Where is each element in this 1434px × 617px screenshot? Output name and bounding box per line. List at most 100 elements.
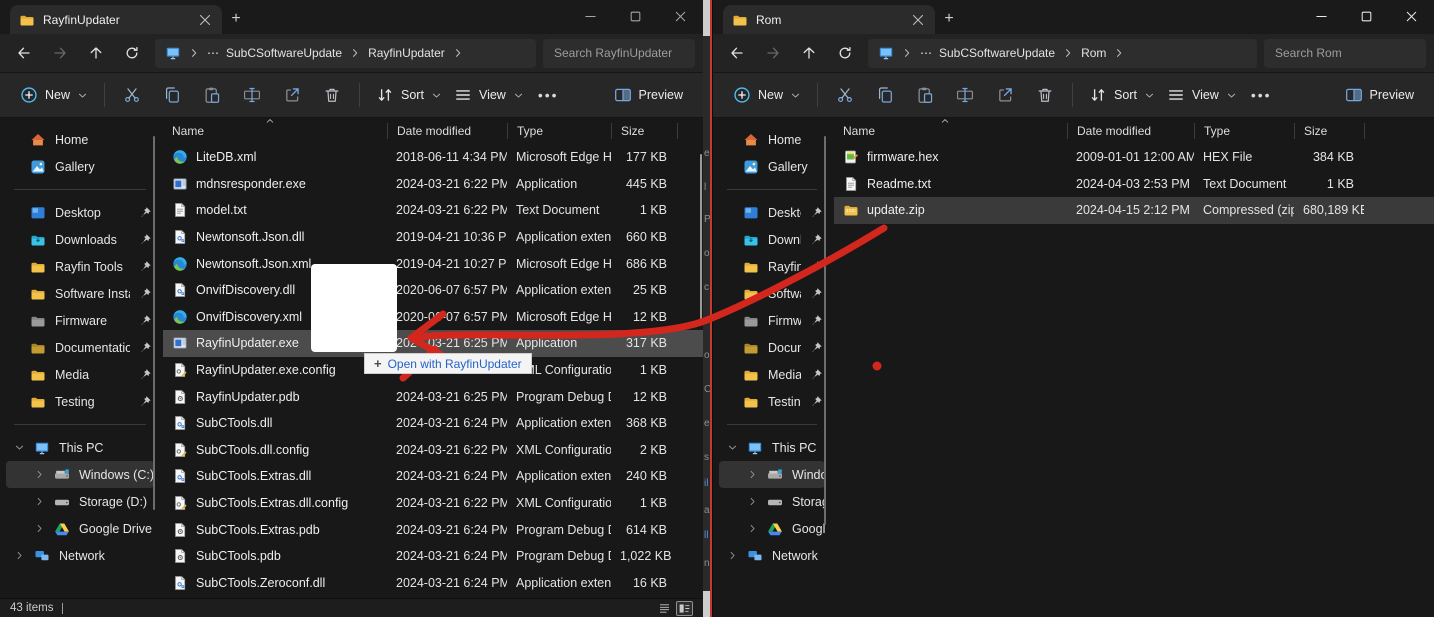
column-header-name[interactable]: Name: [163, 123, 387, 139]
sidebar-item-documentation[interactable]: Documentation: [6, 334, 154, 361]
up-button[interactable]: [793, 39, 825, 67]
sidebar-item-home[interactable]: Home: [6, 126, 154, 153]
titlebar[interactable]: Rom +: [713, 0, 1434, 34]
chevron-right-icon[interactable]: [727, 550, 738, 561]
refresh-button[interactable]: [116, 39, 148, 67]
column-header-type[interactable]: Type: [507, 123, 611, 139]
new-button[interactable]: New: [14, 78, 94, 112]
new-button[interactable]: New: [727, 78, 807, 112]
file-row[interactable]: OnvifDiscovery.dll2020-06-07 6:57 PMAppl…: [163, 277, 703, 304]
sidebar-item-gallery[interactable]: Gallery: [6, 153, 154, 180]
maximize-button[interactable]: [613, 0, 658, 32]
chevron-right-icon[interactable]: [34, 523, 45, 534]
sidebar-item-network[interactable]: Network: [6, 542, 154, 569]
tab-rom[interactable]: Rom: [723, 5, 935, 34]
refresh-button[interactable]: [829, 39, 861, 67]
view-button[interactable]: View: [1161, 78, 1243, 112]
sidebar-item-firmware[interactable]: Firmware: [6, 307, 154, 334]
file-row[interactable]: mdnsresponder.exe2024-03-21 6:22 PMAppli…: [163, 171, 703, 198]
sidebar-item-rayfin-tools[interactable]: Rayfin Tools: [6, 253, 154, 280]
file-row[interactable]: LiteDB.xml2018-06-11 4:34 PMMicrosoft Ed…: [163, 144, 703, 171]
file-row[interactable]: firmware.hex2009-01-01 12:00 AMHEX File3…: [834, 144, 1434, 171]
file-row[interactable]: update.zip2024-04-15 2:12 PMCompressed (…: [834, 197, 1434, 224]
this-pc-icon[interactable]: [878, 45, 894, 61]
sidebar-item-software-install[interactable]: Software Install: [719, 280, 825, 307]
sidebar-item-gallery[interactable]: Gallery: [719, 153, 825, 180]
cut-icon[interactable]: [836, 86, 854, 104]
new-tab-button[interactable]: +: [222, 5, 250, 33]
this-pc-icon[interactable]: [165, 45, 181, 61]
file-row[interactable]: Newtonsoft.Json.dll2019-04-21 10:36 PMAp…: [163, 224, 703, 251]
file-row[interactable]: SubCTools.pdb2024-03-21 6:24 PMProgram D…: [163, 543, 703, 570]
share-icon[interactable]: [283, 86, 301, 104]
breadcrumb[interactable]: ⋯ SubCSoftwareUpdate RayfinUpdater: [155, 39, 536, 68]
sidebar-item-rayfin-tools[interactable]: Rayfin Tools: [719, 253, 825, 280]
sidebar-item-this-pc[interactable]: This PC: [719, 434, 825, 461]
see-more-button[interactable]: •••: [1243, 87, 1280, 103]
details-view-button[interactable]: [656, 601, 673, 616]
sidebar-item-google-drive-g[interactable]: Google Drive (G:): [719, 515, 825, 542]
cut-icon[interactable]: [123, 86, 141, 104]
column-header-date[interactable]: Date modified: [387, 123, 507, 139]
file-row[interactable]: SubCTools.dll.config2024-03-21 6:22 PMXM…: [163, 437, 703, 464]
sidebar-item-firmware[interactable]: Firmware: [719, 307, 825, 334]
sidebar-item-downloads[interactable]: Downloads: [6, 226, 154, 253]
sidebar-item-documentation[interactable]: Documentation: [719, 334, 825, 361]
sidebar-item-google-drive-g[interactable]: Google Drive (G:): [6, 515, 154, 542]
column-header-name[interactable]: Name: [834, 123, 1067, 139]
column-header-size[interactable]: Size: [611, 123, 677, 139]
tab-close-icon[interactable]: [197, 12, 213, 28]
sidebar-item-windows-c[interactable]: Windows (C:): [6, 461, 154, 488]
delete-icon[interactable]: [323, 86, 341, 104]
sidebar-item-windows-c[interactable]: Windows (C:): [719, 461, 825, 488]
tab-rayfinupdater[interactable]: RayfinUpdater: [10, 5, 222, 34]
content-view-button[interactable]: [676, 601, 693, 616]
sidebar-item-media[interactable]: Media: [719, 361, 825, 388]
chevron-right-icon[interactable]: [747, 469, 758, 480]
chevron-down-icon[interactable]: [727, 442, 738, 453]
file-row[interactable]: Readme.txt2024-04-03 2:53 PMText Documen…: [834, 171, 1434, 198]
breadcrumb-segment[interactable]: SubCSoftwareUpdate: [226, 46, 342, 60]
breadcrumb-ellipsis[interactable]: ⋯: [207, 46, 219, 60]
minimize-button[interactable]: [1299, 0, 1344, 32]
breadcrumb-segment[interactable]: SubCSoftwareUpdate: [939, 46, 1055, 60]
maximize-button[interactable]: [1344, 0, 1389, 32]
file-row[interactable]: model.txt2024-03-21 6:22 PMText Document…: [163, 197, 703, 224]
file-row[interactable]: RayfinUpdater.pdb2024-03-21 6:25 PMProgr…: [163, 383, 703, 410]
file-row[interactable]: SubCTools.Zeroconf.dll2024-03-21 6:24 PM…: [163, 570, 703, 597]
chevron-right-icon[interactable]: [747, 523, 758, 534]
breadcrumb-segment[interactable]: Rom: [1081, 46, 1106, 60]
sidebar-item-network[interactable]: Network: [719, 542, 825, 569]
minimize-button[interactable]: [568, 0, 613, 32]
search-input[interactable]: Search Rom: [1264, 39, 1426, 68]
close-button[interactable]: [658, 0, 703, 32]
sidebar-item-storage-d[interactable]: Storage (D:): [6, 488, 154, 515]
forward-button[interactable]: [757, 39, 789, 67]
preview-button[interactable]: Preview: [614, 86, 689, 104]
column-header-date[interactable]: Date modified: [1067, 123, 1194, 139]
file-row[interactable]: Newtonsoft.Json.xml2019-04-21 10:27 PMMi…: [163, 250, 703, 277]
file-row[interactable]: SubCTools.Extras.dll2024-03-21 6:24 PMAp…: [163, 463, 703, 490]
sidebar-scrollbar[interactable]: [153, 136, 155, 510]
up-button[interactable]: [80, 39, 112, 67]
sidebar-item-home[interactable]: Home: [719, 126, 825, 153]
breadcrumb-segment[interactable]: RayfinUpdater: [368, 46, 445, 60]
preview-button[interactable]: Preview: [1345, 86, 1420, 104]
file-row[interactable]: SubCTools.dll2024-03-21 6:24 PMApplicati…: [163, 410, 703, 437]
titlebar[interactable]: RayfinUpdater +: [0, 0, 703, 34]
sidebar-item-testing[interactable]: Testing: [719, 388, 825, 415]
see-more-button[interactable]: •••: [530, 87, 567, 103]
chevron-right-icon[interactable]: [34, 496, 45, 507]
chevron-right-icon[interactable]: [747, 496, 758, 507]
rename-icon[interactable]: [243, 86, 261, 104]
chevron-right-icon[interactable]: [14, 550, 25, 561]
column-header-type[interactable]: Type: [1194, 123, 1294, 139]
sidebar-scrollbar[interactable]: [824, 136, 826, 525]
new-tab-button[interactable]: +: [935, 5, 963, 33]
sidebar-item-this-pc[interactable]: This PC: [6, 434, 154, 461]
file-row[interactable]: SubCTools.Extras.pdb2024-03-21 6:24 PMPr…: [163, 516, 703, 543]
file-row[interactable]: OnvifDiscovery.xml2020-06-07 6:57 PMMicr…: [163, 304, 703, 331]
breadcrumb-ellipsis[interactable]: ⋯: [920, 46, 932, 60]
chevron-down-icon[interactable]: [14, 442, 25, 453]
view-button[interactable]: View: [448, 78, 530, 112]
